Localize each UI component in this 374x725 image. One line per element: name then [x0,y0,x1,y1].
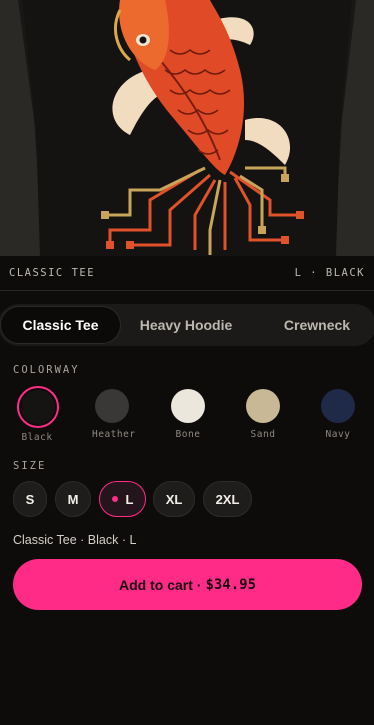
swatch-bone[interactable]: Bone [168,389,208,440]
swatch-black-label: Black [21,432,53,443]
size-label: SIZE [13,460,47,472]
size-button-xl[interactable]: XL [153,481,195,517]
swatch-sand-label: Sand [250,429,276,440]
product-image [0,0,374,256]
size-button-l[interactable]: L [99,481,146,517]
tab-heavy-hoodie[interactable]: Heavy Hoodie [126,306,246,344]
swatch-sand[interactable]: Sand [243,389,283,440]
selected-dot-icon [111,496,118,502]
tab-crewneck[interactable]: Crewneck [260,306,374,344]
swatch-bone-color [171,389,205,423]
size-m-label: M [67,491,79,507]
swatch-sand-color [246,389,280,423]
size-l-label: L [125,491,134,507]
swatch-black[interactable]: Black [17,386,59,443]
product-variant-caption: L · BLACK [294,267,365,279]
cart-price: $34.95 [205,576,257,593]
swatch-navy[interactable]: Navy [318,389,358,440]
add-to-cart-label: Add to cart · [118,576,202,593]
size-2xl-label: 2XL [215,491,240,507]
product-name-caption: CLASSIC TEE [9,267,96,279]
swatch-bone-label: Bone [175,429,201,440]
product-caption-bar: CLASSIC TEE L · BLACK [0,256,374,291]
size-button-m[interactable]: M [55,481,91,517]
size-button-s[interactable]: S [13,481,47,517]
size-s-label: S [25,491,35,507]
colorway-label: COLORWAY [13,364,80,376]
size-button-2xl[interactable]: 2XL [203,481,252,517]
add-to-cart-button[interactable]: Add to cart · $34.95 [13,559,362,610]
tab-classic-tee[interactable]: Classic Tee [0,306,121,344]
swatch-navy-color [321,389,355,423]
swatch-heather[interactable]: Heather [92,389,136,440]
swatch-heather-color [95,389,129,423]
swatch-navy-label: Navy [325,429,351,440]
selection-summary: Classic Tee · Black · L [13,533,137,547]
product-tabs: Classic Tee Heavy Hoodie Crewneck [0,304,374,346]
swatch-selected-ring [17,386,59,428]
swatch-heather-label: Heather [92,429,136,440]
koi-tee-illustration [0,0,374,256]
swatch-black-color [21,390,55,424]
size-xl-label: XL [165,491,183,507]
